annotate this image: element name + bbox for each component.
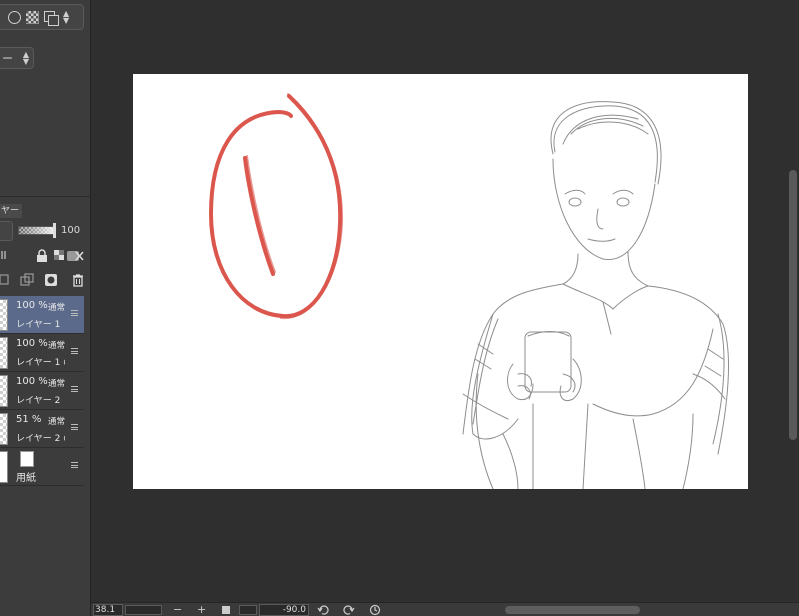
layer-row[interactable]: 100 % 通常 レイヤー 1	[0, 296, 84, 334]
reset-rotation-icon[interactable]	[369, 604, 381, 616]
layer-blend-mode: 通常	[48, 341, 66, 351]
opacity-slider[interactable]	[18, 226, 56, 235]
copy-layer-icon[interactable]	[20, 273, 34, 287]
lock-icon[interactable]	[35, 249, 49, 263]
mode-select[interactable]: ー ▲ ▼	[0, 47, 34, 69]
opacity-value[interactable]: 100	[61, 225, 80, 236]
figure-sketch	[462, 101, 729, 489]
mode-value: ー	[2, 52, 13, 65]
spin-arrows-icon[interactable]: ▲ ▼	[63, 10, 69, 25]
layer-name: 用紙	[16, 473, 36, 484]
checker-icon[interactable]	[26, 10, 39, 24]
new-layer-icon[interactable]	[0, 273, 14, 287]
layer-thumbnail	[0, 299, 8, 331]
horizontal-scrollbar[interactable]	[505, 606, 640, 614]
opacity-slider-knob[interactable]	[53, 223, 56, 238]
paper-icon	[20, 451, 34, 467]
red-circle-annotation	[208, 93, 344, 320]
fit-icon[interactable]	[222, 606, 230, 614]
layer-thumbnail	[0, 451, 8, 483]
blend-opacity-row: 100	[0, 221, 91, 243]
lock-transparency-icon[interactable]	[53, 249, 67, 263]
layer-opacity: 100 %	[16, 338, 48, 349]
zoom-slider[interactable]	[125, 605, 162, 615]
layer-lock-row	[0, 249, 91, 269]
layer-row[interactable]: 100 % 通常 レイヤー 1 のこ	[0, 334, 84, 372]
layer-blend-mode: 通常	[48, 417, 66, 427]
zoom-in-button[interactable]: +	[197, 603, 206, 616]
trash-icon[interactable]	[71, 273, 85, 287]
spin-arrows-icon: ▲ ▼	[22, 50, 29, 66]
vertical-scrollbar[interactable]	[789, 170, 797, 440]
copy-icon[interactable]	[44, 10, 59, 26]
layer-thumbnail	[0, 337, 8, 369]
circle-icon[interactable]	[8, 10, 21, 24]
layer-opacity: 100 %	[16, 376, 48, 387]
panel-divider	[0, 196, 91, 197]
clip-icon[interactable]	[0, 249, 14, 263]
rotation-value[interactable]: -90.0	[259, 604, 309, 616]
drawing-canvas[interactable]	[133, 74, 748, 489]
layer-thumbnail	[0, 413, 8, 445]
zoom-value[interactable]: 38.1	[93, 604, 123, 616]
layer-menu-icon[interactable]	[71, 348, 78, 354]
layer-name: レイヤー 2	[16, 396, 61, 406]
paper-layer-row[interactable]: 用紙	[0, 448, 84, 486]
tool-property-bar: ▲ ▼	[0, 4, 84, 30]
layer-menu-icon[interactable]	[71, 424, 78, 430]
layer-opacity: 51 %	[16, 414, 42, 425]
layer-blend-mode: 通常	[48, 379, 66, 389]
left-panel: ▲ ▼ ー ▲ ▼ ヤー 100 100 % 通常 レイヤー 1 100 % 通…	[0, 0, 91, 616]
blend-mode-spinner[interactable]	[0, 221, 13, 241]
canvas-artwork	[208, 93, 729, 489]
rotate-right-icon[interactable]	[343, 604, 355, 616]
status-bar: 38.1 − + -90.0	[91, 602, 799, 616]
layer-row[interactable]: 51 % 通常 レイヤー 2 のこ	[0, 410, 84, 448]
layer-action-row	[0, 273, 91, 293]
zoom-out-button[interactable]: −	[173, 603, 182, 616]
tab-layer[interactable]: ヤー	[0, 204, 22, 218]
layer-blend-mode: 通常	[48, 303, 66, 313]
layer-opacity: 100 %	[16, 300, 48, 311]
layer-name: レイヤー 2 のこ	[16, 434, 65, 444]
layer-name: レイヤー 1 のこ	[16, 358, 65, 368]
layer-menu-icon[interactable]	[71, 386, 78, 392]
rotation-slider[interactable]	[239, 605, 257, 615]
layer-thumbnail	[0, 375, 8, 407]
layer-mask-icon[interactable]	[44, 273, 58, 287]
layer-name: レイヤー 1	[16, 320, 61, 330]
mask-icon[interactable]	[66, 249, 86, 263]
layer-menu-icon[interactable]	[71, 462, 78, 468]
layer-row[interactable]: 100 % 通常 レイヤー 2	[0, 372, 84, 410]
layer-list: 100 % 通常 レイヤー 1 100 % 通常 レイヤー 1 のこ 100 %…	[0, 296, 84, 486]
rotate-left-icon[interactable]	[317, 604, 329, 616]
layer-menu-icon[interactable]	[71, 310, 78, 316]
